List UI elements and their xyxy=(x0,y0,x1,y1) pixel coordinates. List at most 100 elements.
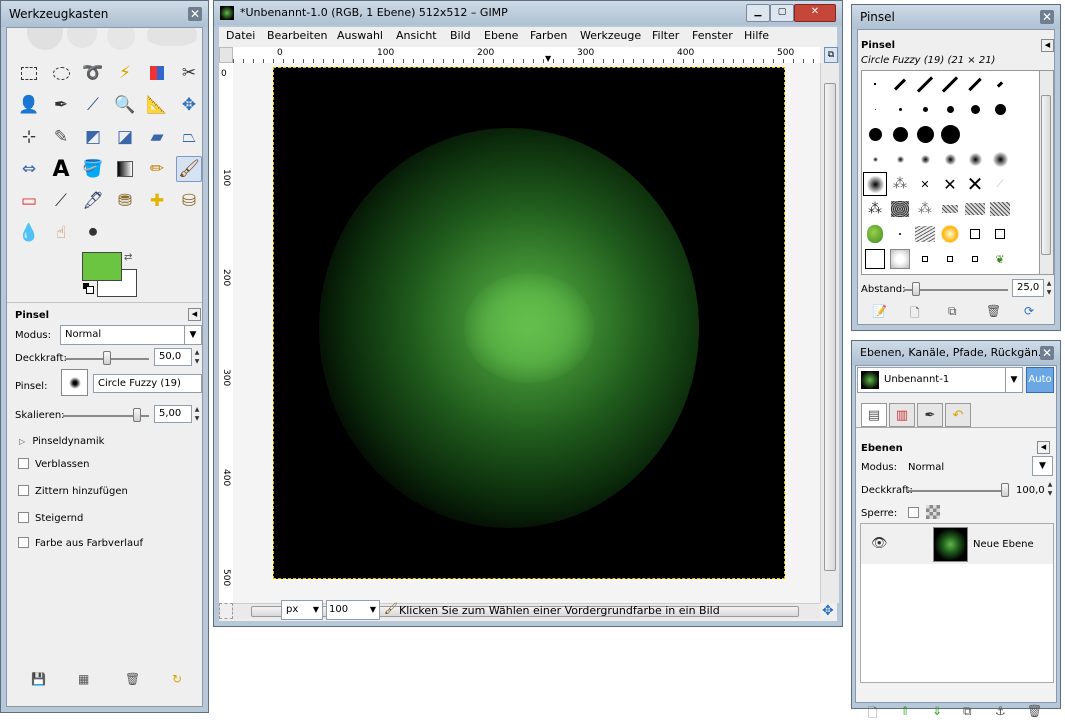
sparks-brush-icon[interactable] xyxy=(938,222,962,246)
blur-icon[interactable]: 💧 xyxy=(16,220,42,246)
perspective-clone-icon[interactable]: ⛁ xyxy=(176,188,202,214)
duplicate-brush-icon[interactable]: ⧉ xyxy=(948,304,957,319)
crop-icon[interactable]: ✎ xyxy=(48,124,74,150)
paintbrush-icon[interactable]: 🖌 xyxy=(176,156,202,182)
brush-item[interactable] xyxy=(888,197,912,221)
ellipse-select-icon[interactable] xyxy=(48,60,74,86)
brush-grid[interactable]: ⁂ ✕ ✕ ✕ ⟋ ⁂ ⁂ ❦ xyxy=(861,70,1041,275)
menu-hilfe[interactable]: Hilfe xyxy=(744,28,769,44)
dynamics-expander[interactable]: ▷ Pinseldynamik xyxy=(19,436,104,447)
gradient-color-checkbox[interactable] xyxy=(18,537,29,548)
brush-item[interactable] xyxy=(988,147,1012,171)
align-icon[interactable]: ⊹ xyxy=(16,124,42,150)
brushes-titlebar[interactable]: Pinsel ✕ xyxy=(852,5,1060,29)
airbrush-icon[interactable]: ⟋ xyxy=(48,188,74,214)
brush-item[interactable]: ✕ xyxy=(913,172,937,196)
delete-brush-icon[interactable]: 🗑 xyxy=(986,304,1001,318)
brush-item[interactable] xyxy=(913,247,937,271)
layer-opacity-spin-icon[interactable]: ▲ ▼ xyxy=(1046,480,1054,498)
quick-mask-button[interactable] xyxy=(219,603,233,619)
scale-icon[interactable]: ◪ xyxy=(112,124,138,150)
lower-layer-icon[interactable]: ⇓ xyxy=(932,704,942,718)
flip-icon[interactable]: ⇔ xyxy=(16,156,42,182)
swap-colors-icon[interactable]: ⇄ xyxy=(124,252,132,263)
brush-item[interactable] xyxy=(963,147,987,171)
brush-item[interactable] xyxy=(888,147,912,171)
layers-menu-icon[interactable]: ◀ xyxy=(1037,441,1050,454)
default-colors-icon[interactable] xyxy=(83,283,94,294)
layers-titlebar[interactable]: Ebenen, Kanäle, Pfade, Rückgän... ✕ xyxy=(852,341,1060,365)
ink-icon[interactable]: 🖋 xyxy=(80,188,106,214)
paths-icon[interactable]: ✒ xyxy=(48,92,74,118)
new-brush-icon[interactable]: 🗋 xyxy=(910,304,920,325)
fuzzy-select-icon[interactable]: ⚡ xyxy=(112,60,138,86)
navigate-button[interactable]: ⧉ xyxy=(824,47,838,63)
canvas-area[interactable] xyxy=(233,63,820,603)
layer-mode-dropdown[interactable]: ▼ xyxy=(1032,456,1053,476)
eraser-icon[interactable]: ▭ xyxy=(16,188,42,214)
layer-name[interactable]: Neue Ebene xyxy=(973,539,1034,550)
pencil-icon[interactable]: ✏ xyxy=(144,156,170,182)
brush-item[interactable] xyxy=(963,247,987,271)
brush-item[interactable]: ✕ xyxy=(938,172,962,196)
tool-options-menu-icon[interactable]: ◀ xyxy=(188,308,201,321)
brush-grid-scroll-thumb[interactable] xyxy=(1041,95,1051,255)
jitter-checkbox[interactable] xyxy=(18,485,29,496)
image-titlebar[interactable]: *Unbenannt-1.0 (RGB, 1 Ebene) 512x512 – … xyxy=(214,1,842,25)
image-canvas[interactable] xyxy=(273,67,785,579)
scissors-icon[interactable]: ✂ xyxy=(176,60,202,86)
foreground-color-swatch[interactable] xyxy=(82,252,122,281)
brush-item[interactable] xyxy=(963,97,987,121)
color-picker-icon[interactable]: ⟋ xyxy=(80,92,106,118)
brush-item[interactable] xyxy=(988,72,1012,96)
spacing-input[interactable]: 25,0 xyxy=(1012,279,1044,297)
close-icon[interactable]: ✕ xyxy=(188,7,202,21)
brush-item[interactable] xyxy=(988,97,1012,121)
pepper-brush-icon[interactable] xyxy=(863,222,887,246)
menu-bild[interactable]: Bild xyxy=(450,28,471,44)
lock-alpha-icon[interactable] xyxy=(926,505,940,519)
brush-item[interactable] xyxy=(938,97,962,121)
menu-filter[interactable]: Filter xyxy=(652,28,679,44)
spacing-slider-knob[interactable] xyxy=(912,282,920,296)
image-selector[interactable]: Unbenannt-1 ▼ xyxy=(857,367,1023,393)
menu-datei[interactable]: Datei xyxy=(226,28,255,44)
incremental-checkbox[interactable] xyxy=(18,512,29,523)
vertical-scroll-thumb[interactable] xyxy=(824,83,836,571)
brushes-menu-icon[interactable]: ◀ xyxy=(1041,39,1054,52)
brush-item[interactable] xyxy=(913,72,937,96)
delete-layer-icon[interactable]: 🗑 xyxy=(1027,704,1042,718)
brush-item[interactable] xyxy=(938,122,962,146)
brush-name-field[interactable]: Circle Fuzzy (19) xyxy=(93,374,202,393)
opacity-spin-icon[interactable]: ▲ ▼ xyxy=(193,348,201,366)
brush-item[interactable] xyxy=(913,122,937,146)
scale-input[interactable]: 5,00 xyxy=(154,405,192,423)
brush-item[interactable] xyxy=(863,72,887,96)
navigation-cross-icon[interactable]: ✥ xyxy=(822,603,834,619)
brush-grid-scrollbar[interactable] xyxy=(1039,70,1054,275)
eye-icon[interactable]: 👁 xyxy=(871,536,888,551)
new-layer-icon[interactable]: 🗋 xyxy=(868,704,878,725)
opacity-input[interactable]: 50,0 xyxy=(154,348,192,366)
raise-layer-icon[interactable]: ⇑ xyxy=(900,704,910,718)
brush-item[interactable] xyxy=(938,247,962,271)
opacity-slider-knob[interactable] xyxy=(103,351,111,365)
smudge-icon[interactable]: ☝ xyxy=(48,220,74,246)
brush-item[interactable] xyxy=(888,247,912,271)
brush-item[interactable]: ✕ xyxy=(963,172,987,196)
foreground-select-icon[interactable]: 👤 xyxy=(16,92,42,118)
maximize-button[interactable]: ▢ xyxy=(770,4,794,22)
brush-preview[interactable] xyxy=(61,369,88,396)
duplicate-layer-icon[interactable]: ⧉ xyxy=(963,704,972,719)
reset-options-icon[interactable]: ↻ xyxy=(172,672,182,686)
blend-icon[interactable] xyxy=(112,156,138,182)
scale-slider-knob[interactable] xyxy=(133,408,141,422)
brush-item[interactable] xyxy=(988,197,1012,221)
brush-item[interactable]: ⁂ xyxy=(863,197,887,221)
brush-item[interactable]: ⟋ xyxy=(988,172,1012,196)
brush-item[interactable] xyxy=(888,222,912,246)
menu-fenster[interactable]: Fenster xyxy=(692,28,733,44)
brush-item[interactable] xyxy=(863,247,887,271)
auto-button[interactable]: Auto xyxy=(1026,367,1054,393)
mode-select[interactable]: Normal ▼ xyxy=(60,325,202,345)
